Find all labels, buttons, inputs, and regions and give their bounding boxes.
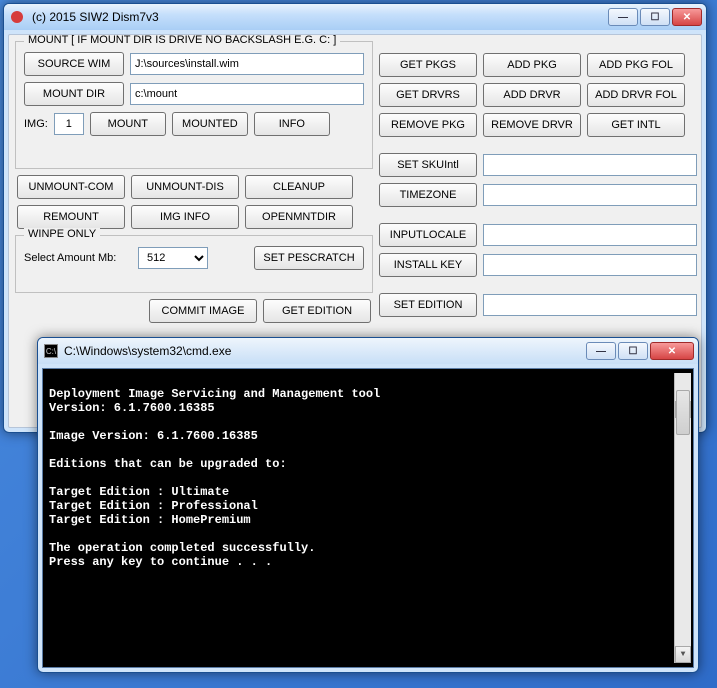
main-title: (c) 2015 SIW2 Dism7v3 [28, 10, 608, 24]
cmd-title: C:\Windows\system32\cmd.exe [64, 344, 586, 358]
scroll-down-icon[interactable]: ▼ [675, 646, 691, 663]
cmd-icon: C:\ [44, 344, 58, 358]
cmd-minimize-button[interactable]: — [586, 342, 616, 360]
mounted-button[interactable]: MOUNTED [172, 112, 248, 136]
inputlocale-button[interactable]: INPUTLOCALE [379, 223, 477, 247]
img-label: IMG: [24, 118, 48, 130]
skuintl-input[interactable] [483, 154, 697, 176]
cleanup-button[interactable]: CLEANUP [245, 175, 353, 199]
get-edition-button[interactable]: GET EDITION [263, 299, 371, 323]
close-button[interactable]: ✕ [672, 8, 702, 26]
inputlocale-input[interactable] [483, 224, 697, 246]
set-edition-button[interactable]: SET EDITION [379, 293, 477, 317]
info-button[interactable]: INFO [254, 112, 330, 136]
openmntdir-button[interactable]: OPENMNTDIR [245, 205, 353, 229]
minimize-button[interactable]: — [608, 8, 638, 26]
cmd-output: Deployment Image Servicing and Managemen… [49, 373, 674, 663]
install-key-button[interactable]: INSTALL KEY [379, 253, 477, 277]
scroll-thumb[interactable] [676, 390, 690, 435]
set-skuintl-button[interactable]: SET SKUIntl [379, 153, 477, 177]
img-info-button[interactable]: IMG INFO [131, 205, 239, 229]
set-pescratch-button[interactable]: SET PESCRATCH [254, 246, 364, 270]
add-pkg-button[interactable]: ADD PKG [483, 53, 581, 77]
set-edition-input[interactable] [483, 294, 697, 316]
get-intl-button[interactable]: GET INTL [587, 113, 685, 137]
source-wim-button[interactable]: SOURCE WIM [24, 52, 124, 76]
mount-button[interactable]: MOUNT [90, 112, 166, 136]
remove-pkg-button[interactable]: REMOVE PKG [379, 113, 477, 137]
cmd-close-button[interactable]: ✕ [650, 342, 694, 360]
install-key-input[interactable] [483, 254, 697, 276]
timezone-button[interactable]: TIMEZONE [379, 183, 477, 207]
unmount-com-button[interactable]: UNMOUNT-COM [17, 175, 125, 199]
add-drvr-button[interactable]: ADD DRVR [483, 83, 581, 107]
remove-drvr-button[interactable]: REMOVE DRVR [483, 113, 581, 137]
add-drvr-fol-button[interactable]: ADD DRVR FOL [587, 83, 685, 107]
cmd-maximize-button[interactable]: ☐ [618, 342, 648, 360]
commit-image-button[interactable]: COMMIT IMAGE [149, 299, 257, 323]
app-icon [10, 10, 24, 24]
add-pkg-fol-button[interactable]: ADD PKG FOL [587, 53, 685, 77]
maximize-button[interactable]: ☐ [640, 8, 670, 26]
mount-legend: MOUNT [ IF MOUNT DIR IS DRIVE NO BACKSLA… [24, 34, 340, 46]
source-wim-input[interactable] [130, 53, 364, 75]
remount-button[interactable]: REMOUNT [17, 205, 125, 229]
mount-dir-button[interactable]: MOUNT DIR [24, 82, 124, 106]
cmd-titlebar[interactable]: C:\ C:\Windows\system32\cmd.exe — ☐ ✕ [38, 338, 698, 364]
select-mb-label: Select Amount Mb: [24, 252, 132, 264]
winpe-legend: WINPE ONLY [24, 228, 100, 240]
mount-dir-input[interactable] [130, 83, 364, 105]
timezone-input[interactable] [483, 184, 697, 206]
cmd-scrollbar[interactable]: ▲ ▼ [674, 373, 691, 663]
get-drvrs-button[interactable]: GET DRVRS [379, 83, 477, 107]
mb-select[interactable]: 512 [138, 247, 208, 269]
unmount-dis-button[interactable]: UNMOUNT-DIS [131, 175, 239, 199]
get-pkgs-button[interactable]: GET PKGS [379, 53, 477, 77]
img-input[interactable] [54, 113, 84, 135]
main-titlebar[interactable]: (c) 2015 SIW2 Dism7v3 — ☐ ✕ [4, 4, 706, 30]
